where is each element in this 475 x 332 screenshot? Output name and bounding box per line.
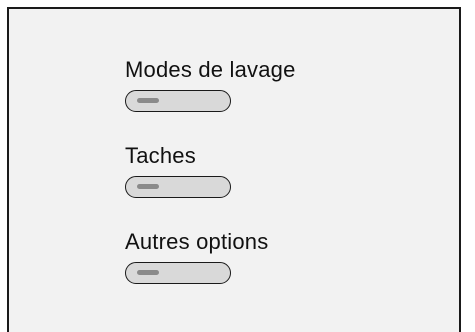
menu-item-label: Modes de lavage bbox=[125, 57, 296, 82]
indicator-icon bbox=[137, 270, 159, 275]
modes-de-lavage-button[interactable] bbox=[125, 90, 231, 112]
menu-item-modes-de-lavage[interactable]: Modes de lavage bbox=[125, 57, 296, 112]
settings-panel: Modes de lavage Taches Autres options bbox=[7, 7, 461, 332]
taches-button[interactable] bbox=[125, 176, 231, 198]
indicator-icon bbox=[137, 98, 159, 103]
menu-item-taches[interactable]: Taches bbox=[125, 143, 231, 198]
menu-item-label: Taches bbox=[125, 143, 196, 168]
autres-options-button[interactable] bbox=[125, 262, 231, 284]
menu-item-autres-options[interactable]: Autres options bbox=[125, 229, 269, 284]
indicator-icon bbox=[137, 184, 159, 189]
menu-item-label: Autres options bbox=[125, 229, 269, 254]
